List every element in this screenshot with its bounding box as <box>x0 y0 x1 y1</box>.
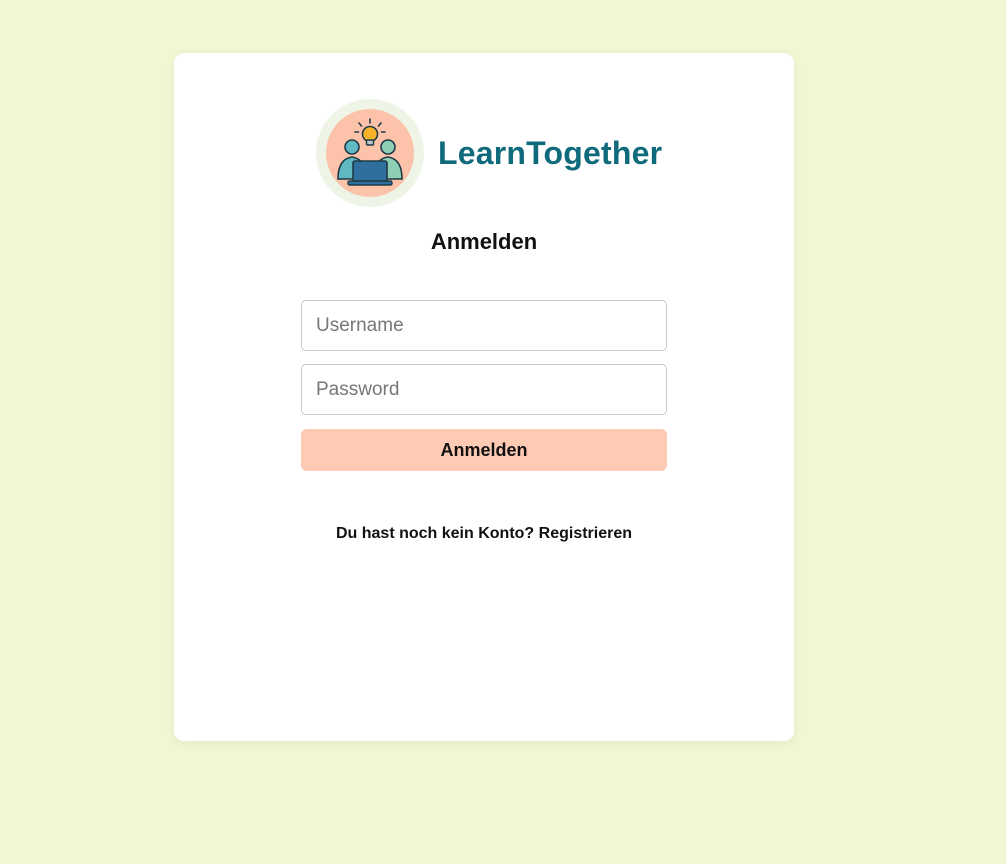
brand-header: LearnTogether <box>316 99 662 207</box>
brand-name: LearnTogether <box>438 134 663 171</box>
password-input[interactable] <box>301 364 667 415</box>
login-button[interactable]: Anmelden <box>301 429 667 471</box>
logo <box>316 99 424 207</box>
login-card: LearnTogether Anmelden Anmelden Du hast … <box>174 53 794 741</box>
register-prompt-text: Du hast noch kein Konto? <box>335 525 535 542</box>
team-collaboration-icon <box>326 109 414 197</box>
register-link[interactable]: Registrieren <box>539 525 632 542</box>
register-prompt: Du hast noch kein Konto? Registrieren <box>174 525 794 543</box>
username-input[interactable] <box>301 300 667 351</box>
page-title: Anmelden <box>430 229 538 254</box>
